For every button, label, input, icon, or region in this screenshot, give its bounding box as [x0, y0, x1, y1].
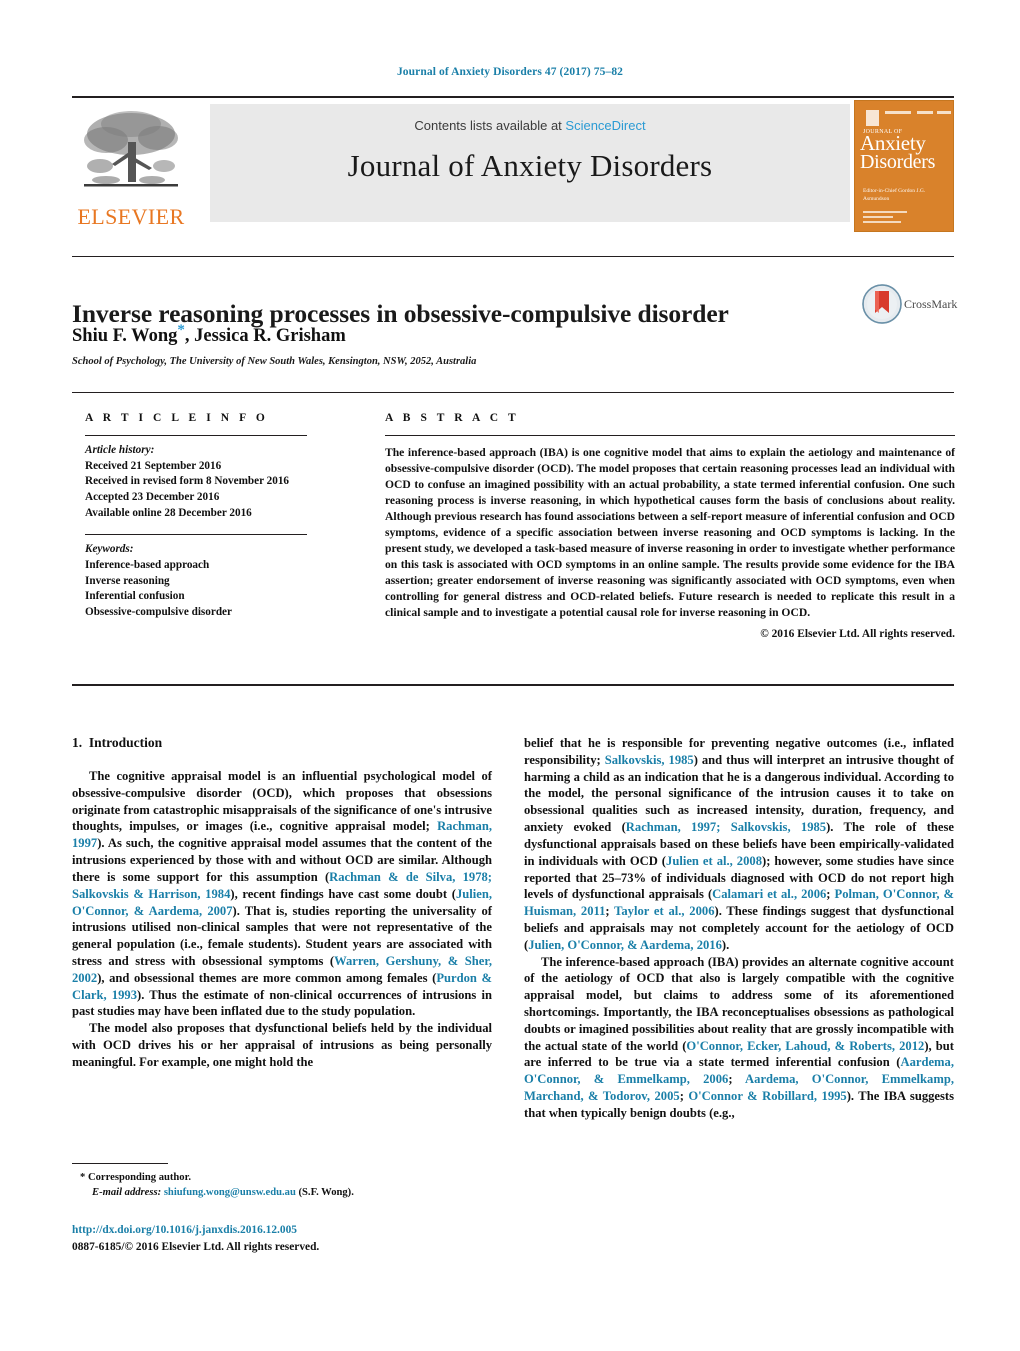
abstract-rule	[385, 435, 955, 436]
running-head: Journal of Anxiety Disorders 47 (2017) 7…	[396, 66, 624, 78]
email-suffix: (S.F. Wong).	[298, 1187, 354, 1199]
text-run: ), recent findings have cast some doubt …	[230, 886, 456, 901]
citation-link[interactable]: Julien et al., 2008	[666, 854, 762, 868]
corresponding-author-marker: *	[177, 322, 185, 338]
affiliation: School of Psychology, The University of …	[72, 356, 477, 367]
article-info-heading: A R T I C L E I N F O	[85, 412, 269, 424]
body-column-right: belief that he is responsible for preven…	[524, 735, 954, 1122]
cover-title: Anxiety Disorders	[860, 132, 950, 174]
crossmark-badge[interactable]: CrossMark	[862, 284, 958, 324]
email-link[interactable]: shiufung.wong@unsw.edu.au	[164, 1187, 296, 1198]
elsevier-tree-icon	[84, 111, 178, 187]
article-history-block: Article history: Received 21 September 2…	[85, 443, 337, 521]
corresponding-author-note: Corresponding author.	[87, 1172, 191, 1183]
email-label: E-mail address:	[92, 1187, 162, 1199]
keyword-3: Obsessive-compulsive disorder	[85, 606, 232, 619]
info-band-top-rule	[72, 392, 954, 393]
elsevier-wordmark: ELSEVIER	[77, 204, 185, 229]
sciencedirect-banner: Contents lists available at ScienceDirec…	[210, 104, 850, 222]
text-run: ;	[826, 887, 835, 902]
journal-cover-thumbnail[interactable]: JOURNAL OF Anxiety Disorders Editor-in-C…	[854, 100, 954, 232]
abstract-copyright: © 2016 Elsevier Ltd. All rights reserved…	[760, 627, 955, 640]
abstract-heading: A B S T R A C T	[385, 412, 520, 424]
cover-topbar	[861, 106, 951, 126]
text-run: ), and obsessional themes are more commo…	[97, 970, 437, 985]
cover-title-line2: Disorders	[860, 151, 936, 174]
paragraph-right-2: The inference-based approach (IBA) provi…	[524, 954, 954, 1122]
crossmark-label: CrossMark	[904, 297, 958, 311]
author-primary: Shiu F. Wong	[72, 326, 178, 347]
text-run: ).	[721, 937, 730, 952]
keywords-label: Keywords:	[85, 543, 134, 556]
author-secondary: , Jessica R. Grisham	[184, 326, 346, 347]
body-column-left: The cognitive appraisal model is an infl…	[72, 768, 492, 1071]
history-item-1: Received in revised form 8 November 2016	[85, 475, 290, 488]
paragraph-right-1: belief that he is responsible for preven…	[524, 735, 954, 954]
citation-link[interactable]: O'Connor, Ecker, Lahoud, & Roberts, 2012	[686, 1039, 924, 1053]
section-number: 1.	[72, 735, 83, 750]
citation-link[interactable]: Rachman, 1997; Salkovskis, 1985	[626, 820, 826, 834]
citation-link[interactable]: Salkovskis, 1985	[605, 753, 694, 767]
cover-subtitle: Editor-in-Chief Gordon J.G. Asmundson	[863, 188, 926, 203]
doi-link[interactable]: http://dx.doi.org/10.1016/j.janxdis.2016…	[72, 1222, 572, 1239]
cover-elsevier-mark-icon	[866, 110, 879, 126]
abstract-text: The inference-based approach (IBA) is on…	[385, 446, 955, 620]
doi-block: http://dx.doi.org/10.1016/j.janxdis.2016…	[72, 1222, 572, 1255]
elsevier-logo: ELSEVIER	[72, 104, 190, 230]
email-line: E-mail address: shiufung.wong@unsw.edu.a…	[80, 1185, 500, 1200]
citation-link[interactable]: Taylor et al., 2006	[614, 904, 714, 918]
footnote-rule	[72, 1163, 168, 1164]
citation-link[interactable]: Julien, O'Connor, & Aardema, 2016	[528, 938, 722, 952]
text-run: ;	[605, 904, 615, 919]
masthead-top-rule	[72, 96, 954, 98]
citation-link[interactable]: O'Connor & Robillard, 1995	[688, 1089, 846, 1103]
keyword-1: Inverse reasoning	[85, 574, 170, 587]
history-item-2: Accepted 23 December 2016	[85, 491, 220, 504]
abstract-column: A B S T R A C T The inference-based appr…	[385, 412, 955, 640]
footnote-block: * Corresponding author. E-mail address: …	[80, 1170, 500, 1200]
citation-link[interactable]: Calamari et al., 2006	[712, 887, 826, 901]
paragraph-left-1: The cognitive appraisal model is an infl…	[72, 768, 492, 1020]
history-item-0: Received 21 September 2016	[85, 459, 222, 472]
author-list: Shiu F. Wong*, Jessica R. Grisham	[72, 322, 832, 347]
keywords-rule	[85, 534, 307, 536]
crossmark-logo-icon	[862, 284, 902, 324]
history-item-3: Available online 28 December 2016	[85, 506, 252, 519]
cover-footer-mark	[863, 211, 923, 225]
title-separator-rule	[72, 256, 954, 257]
paper-page: Journal of Anxiety Disorders 47 (2017) 7…	[0, 0, 1020, 1351]
issn-copyright-line: 0887-6185/© 2016 Elsevier Ltd. All right…	[72, 1240, 320, 1253]
journal-masthead: ELSEVIER Contents lists available at Sci…	[72, 96, 954, 232]
sciencedirect-link[interactable]: ScienceDirect	[565, 118, 645, 133]
article-history-label: Article history:	[85, 444, 155, 456]
contents-available-line: Contents lists available at ScienceDirec…	[210, 118, 850, 133]
paragraph-left-2: The model also proposes that dysfunction…	[72, 1021, 492, 1069]
text-run: ;	[728, 1072, 746, 1087]
footnote-marker: *	[80, 1172, 86, 1183]
article-info-column: A R T I C L E I N F O Article history: R…	[85, 412, 337, 621]
contents-prefix: Contents lists available at	[414, 118, 566, 133]
text-run: The cognitive appraisal model is an infl…	[72, 769, 492, 834]
keyword-0: Inference-based approach	[85, 559, 210, 572]
article-info-rule	[85, 435, 307, 436]
journal-name: Journal of Anxiety Disorders	[347, 148, 713, 183]
keyword-2: Inferential confusion	[85, 590, 185, 603]
section-heading-introduction: 1. Introduction	[72, 735, 162, 751]
section-title-text: Introduction	[88, 735, 163, 750]
info-band-bottom-rule	[72, 684, 954, 686]
keywords-block: Keywords: Inference-based approach Inver…	[85, 542, 337, 620]
